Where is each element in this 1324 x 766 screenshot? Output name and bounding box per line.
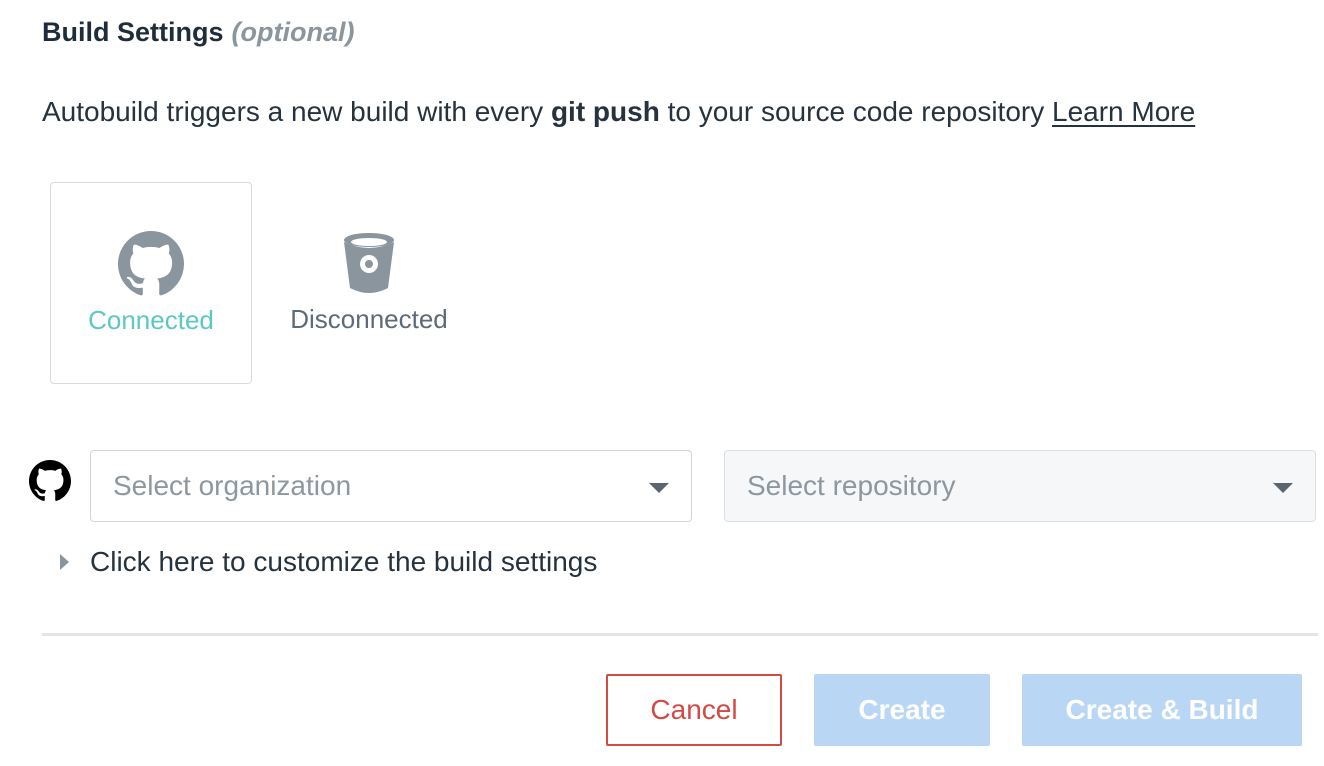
autobuild-description: Autobuild triggers a new build with ever… [42, 96, 1195, 128]
description-prefix: Autobuild triggers a new build with ever… [42, 96, 551, 127]
chevron-down-icon [649, 483, 669, 493]
provider-bitbucket[interactable]: Disconnected [268, 182, 470, 384]
create-and-build-button[interactable]: Create & Build [1022, 674, 1302, 746]
organization-select[interactable]: Select organization [90, 450, 692, 522]
customize-build-settings-toggle[interactable]: Click here to customize the build settin… [60, 546, 597, 578]
github-icon [118, 230, 184, 295]
github-status: Connected [88, 304, 214, 335]
create-button[interactable]: Create [814, 674, 990, 746]
provider-github[interactable]: Connected [50, 182, 252, 384]
repository-select[interactable]: Select repository [724, 450, 1316, 522]
cancel-button[interactable]: Cancel [606, 674, 782, 746]
bitbucket-icon [344, 232, 394, 293]
section-title: Build Settings (optional) [42, 17, 354, 48]
bitbucket-status: Disconnected [290, 303, 448, 334]
github-icon [29, 460, 71, 501]
chevron-down-icon [1273, 483, 1293, 493]
description-suffix: to your source code repository [659, 96, 1053, 127]
learn-more-link[interactable]: Learn More [1052, 96, 1195, 127]
divider [42, 633, 1318, 636]
repository-placeholder: Select repository [747, 470, 956, 501]
section-title-text: Build Settings [42, 17, 224, 47]
description-bold: git push [550, 96, 660, 127]
caret-right-icon [60, 554, 69, 570]
optional-label: (optional) [231, 17, 355, 47]
customize-label: Click here to customize the build settin… [90, 546, 598, 577]
organization-placeholder: Select organization [113, 470, 352, 501]
